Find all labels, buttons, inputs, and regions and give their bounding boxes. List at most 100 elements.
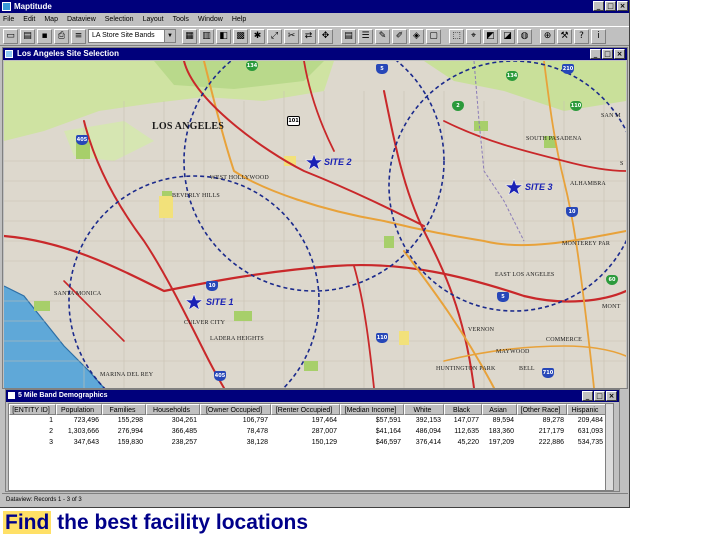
column-header[interactable]: [Median Income] — [340, 404, 404, 415]
city-label: WEST HOLLYWOOD — [210, 175, 269, 181]
pan-icon[interactable]: ✥ — [318, 28, 333, 44]
column-header[interactable]: [Other Race] — [517, 404, 567, 415]
slide-caption: Find the best facility locations — [3, 509, 403, 537]
site-3-label[interactable]: SITE 3 — [525, 182, 553, 192]
open-icon[interactable]: ▤ — [20, 28, 35, 44]
layer-select[interactable]: LA Store Site Bands ▼ — [88, 29, 176, 43]
table-row[interactable]: 2 1,303,666 276,994 366,485 78,478 287,0… — [9, 426, 613, 437]
link-icon[interactable]: ⇄ — [301, 28, 316, 44]
column-header[interactable]: Hispanic — [567, 404, 606, 415]
table-row[interactable]: 3 347,643 159,830 238,257 38,128 150,129… — [9, 437, 613, 448]
maximize-icon[interactable]: □ — [594, 391, 605, 401]
minimize-icon[interactable]: _ — [593, 1, 604, 11]
list-icon[interactable]: ☰ — [358, 28, 373, 44]
layout-icon[interactable]: ▢ — [426, 28, 441, 44]
site-2-label[interactable]: SITE 2 — [324, 157, 352, 167]
new-icon[interactable]: ▭ — [3, 28, 18, 44]
locate-icon[interactable]: ⊕ — [540, 28, 555, 44]
table-cell: 534,735 — [577, 439, 603, 446]
site-1-label[interactable]: SITE 1 — [206, 297, 234, 307]
column-header[interactable]: Families — [102, 404, 146, 415]
chevron-down-icon[interactable]: ▼ — [164, 30, 175, 42]
close-icon[interactable]: × — [606, 391, 617, 401]
column-header[interactable]: [Renter Occupied] — [271, 404, 340, 415]
menu-tools[interactable]: Tools — [173, 16, 189, 23]
vertical-scrollbar[interactable] — [605, 404, 613, 490]
tools-icon[interactable]: ⚒ — [557, 28, 572, 44]
table-cell: 78,478 — [246, 428, 268, 435]
maximize-icon[interactable]: □ — [602, 49, 613, 59]
app-window: Maptitude _ □ × File Edit Map Dataview S… — [0, 0, 630, 508]
table-cell: 89,594 — [492, 417, 514, 424]
city-label: CULVER CITY — [184, 320, 226, 326]
chart-icon[interactable]: ▥ — [199, 28, 214, 44]
table-cell: 366,485 — [171, 428, 197, 435]
app-title-bar[interactable]: Maptitude _ □ × — [0, 0, 629, 13]
close-icon[interactable]: × — [617, 1, 628, 11]
table-cell: 287,007 — [311, 428, 337, 435]
menu-file[interactable]: File — [3, 16, 14, 23]
table-cell: 2 — [49, 428, 53, 435]
measure-icon[interactable]: ⌖ — [466, 28, 481, 44]
table-cell: 147,077 — [453, 417, 479, 424]
close-icon[interactable]: × — [614, 49, 625, 59]
city-label: COMMERCE — [546, 337, 582, 343]
print-icon[interactable]: ⎙ — [54, 28, 69, 44]
column-header[interactable]: Population — [56, 404, 102, 415]
minimize-icon[interactable]: _ — [582, 391, 593, 401]
column-header[interactable]: White — [404, 404, 444, 415]
overlay-icon[interactable]: ◪ — [500, 28, 515, 44]
compass-icon[interactable]: ◈ — [409, 28, 424, 44]
layers-icon[interactable]: ≡ — [71, 28, 86, 44]
table-row[interactable]: 1 723,496 155,298 304,261 106,797 197,46… — [9, 415, 613, 426]
layer-select-value: LA Store Site Bands — [92, 32, 155, 39]
grid-icon[interactable]: ▩ — [233, 28, 248, 44]
maximize-icon[interactable]: □ — [605, 1, 616, 11]
table-cell: 197,209 — [488, 439, 514, 446]
info-icon[interactable]: i — [591, 28, 606, 44]
column-header[interactable]: Black — [444, 404, 482, 415]
column-header[interactable]: Households — [146, 404, 200, 415]
menu-map[interactable]: Map — [44, 16, 58, 23]
theme-icon[interactable]: ◧ — [216, 28, 231, 44]
city-label: SOUTH PASADENA — [526, 136, 582, 142]
menu-edit[interactable]: Edit — [23, 16, 35, 23]
dataview-grid[interactable]: [ENTITY ID] Population Families Househol… — [8, 403, 614, 491]
column-header[interactable]: [ENTITY ID] — [9, 404, 56, 415]
globe-icon[interactable]: ◍ — [517, 28, 532, 44]
table-cell: 38,128 — [246, 439, 268, 446]
menu-layout[interactable]: Layout — [143, 16, 164, 23]
map-canvas[interactable]: LOS ANGELES WEST HOLLYWOOD BEVERLY HILLS… — [4, 61, 626, 388]
route-icon[interactable]: ⤢ — [267, 28, 282, 44]
marker-icon[interactable]: ✎ — [375, 28, 390, 44]
network-icon[interactable]: ✱ — [250, 28, 265, 44]
dataview-icon[interactable]: ▦ — [182, 28, 197, 44]
cut-icon[interactable]: ✂ — [284, 28, 299, 44]
column-header[interactable]: Asian — [482, 404, 517, 415]
dataview-title-bar[interactable]: 5 Mile Band Demographics _ □ × — [6, 390, 619, 402]
menu-window[interactable]: Window — [198, 16, 223, 23]
help-icon[interactable]: ? — [574, 28, 589, 44]
interstate-shield-icon: 710 — [542, 368, 554, 378]
column-header[interactable]: [Owner Occupied] — [200, 404, 271, 415]
map-title-bar[interactable]: Los Angeles Site Selection _ □ × — [3, 48, 627, 60]
table-cell: $41,164 — [375, 428, 401, 435]
shape-icon[interactable]: ◩ — [483, 28, 498, 44]
paint-icon[interactable]: ✐ — [392, 28, 407, 44]
city-label: VERNON — [468, 327, 495, 333]
table-cell: 631,093 — [577, 428, 603, 435]
city-label: BELL — [519, 366, 535, 372]
dataview-title: 5 Mile Band Demographics — [18, 392, 108, 399]
menu-help[interactable]: Help — [232, 16, 246, 23]
city-label: LADERA HEIGHTS — [210, 336, 264, 342]
interstate-shield-icon: 110 — [376, 333, 388, 343]
table-cell: 222,886 — [538, 439, 564, 446]
select-icon[interactable]: ⬚ — [449, 28, 464, 44]
minimize-icon[interactable]: _ — [590, 49, 601, 59]
menu-dataview[interactable]: Dataview — [67, 16, 96, 23]
menu-selection[interactable]: Selection — [105, 16, 134, 23]
table-icon[interactable]: ▤ — [341, 28, 356, 44]
save-icon[interactable]: ▪ — [37, 28, 52, 44]
interstate-shield-icon: 5 — [497, 292, 509, 302]
city-label: S — [620, 161, 624, 167]
